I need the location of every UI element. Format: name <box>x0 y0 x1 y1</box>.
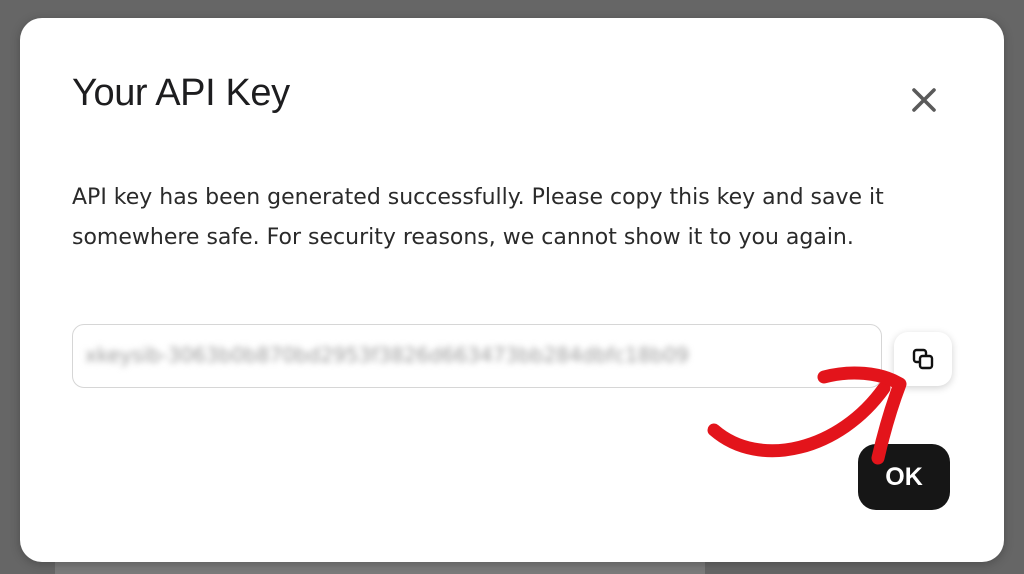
background-panel <box>55 560 705 574</box>
dialog-message: API key has been generated successfully.… <box>72 185 884 250</box>
ok-button[interactable]: OK <box>858 444 950 510</box>
copy-button[interactable] <box>894 332 952 386</box>
close-icon <box>912 88 936 112</box>
api-key-value: xkeysib-3063b0b870bd2953f3826d663473bb28… <box>85 343 689 367</box>
copy-icon <box>912 348 934 370</box>
close-button[interactable] <box>904 80 944 120</box>
dialog-title: Your API Key <box>72 72 290 114</box>
api-key-field[interactable]: xkeysib-3063b0b870bd2953f3826d663473bb28… <box>72 324 882 388</box>
api-key-dialog: Your API Key API key has been generated … <box>20 18 1004 562</box>
